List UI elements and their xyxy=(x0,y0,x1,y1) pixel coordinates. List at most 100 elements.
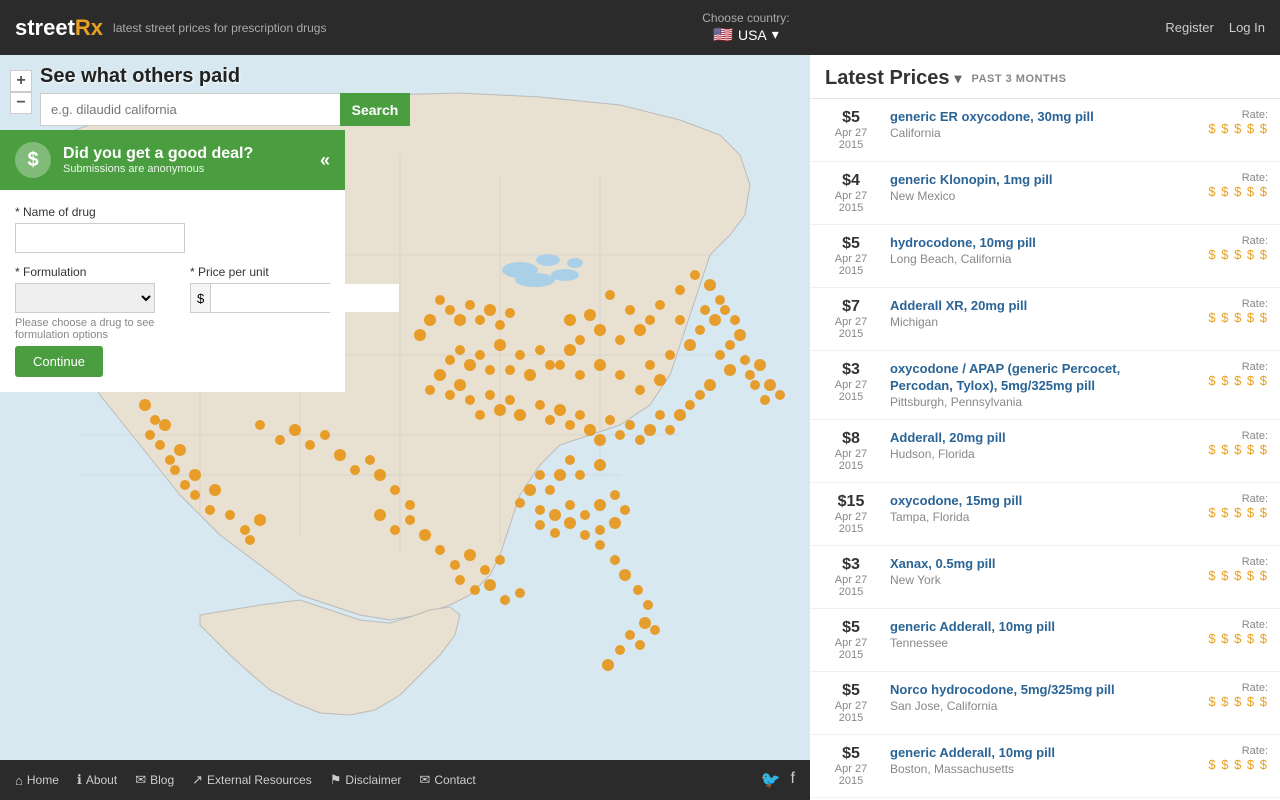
right-panel: Latest Prices ▾ PAST 3 MONTHS $5 Apr 272… xyxy=(810,55,1280,800)
footer-disclaimer-label: Disclaimer xyxy=(345,773,401,787)
latest-prices-title: Latest Prices xyxy=(825,67,950,90)
rate-label: Rate: xyxy=(1168,235,1268,247)
zoom-in-button[interactable]: + xyxy=(10,70,32,92)
price-amount: $3 xyxy=(822,361,880,379)
price-date: Apr 272015 xyxy=(822,637,880,661)
price-rate-col: Rate: $ $ $ $ $ xyxy=(1168,298,1268,325)
footer-contact-label: Contact xyxy=(434,773,475,787)
price-date: Apr 272015 xyxy=(822,700,880,724)
price-location: New York xyxy=(890,573,1158,587)
rate-label: Rate: xyxy=(1168,430,1268,442)
footer-blog-link[interactable]: ✉ Blog xyxy=(135,772,174,788)
logo-rx: Rx xyxy=(75,15,103,40)
price-date: Apr 272015 xyxy=(822,763,880,787)
price-drug-name: generic Adderall, 10mg pill xyxy=(890,745,1158,762)
submission-title: Did you get a good deal? xyxy=(63,145,253,163)
search-button[interactable]: Search xyxy=(340,93,410,126)
continue-button[interactable]: Continue xyxy=(15,346,103,377)
price-drug-name: oxycodone / APAP (generic Percocet, Perc… xyxy=(890,361,1158,395)
rate-label: Rate: xyxy=(1168,298,1268,310)
price-list: $5 Apr 272015 generic ER oxycodone, 30mg… xyxy=(810,99,1280,800)
price-amount: $5 xyxy=(822,619,880,637)
price-location: Michigan xyxy=(890,315,1158,329)
price-list-item[interactable]: $5 Apr 272015 generic ER oxycodone, 30mg… xyxy=(810,99,1280,162)
logo-tagline: latest street prices for prescription dr… xyxy=(113,21,326,35)
formulation-select[interactable] xyxy=(15,283,155,313)
rate-label: Rate: xyxy=(1168,172,1268,184)
price-date-col: $5 Apr 272015 xyxy=(822,619,880,661)
drug-name-input[interactable] xyxy=(15,223,185,253)
price-list-item[interactable]: $4 Apr 272015 generic Klonopin, 1mg pill… xyxy=(810,162,1280,225)
footer-home-link[interactable]: ⌂ Home xyxy=(15,773,59,788)
login-link[interactable]: Log In xyxy=(1229,20,1265,35)
rate-stars: $ $ $ $ $ xyxy=(1168,310,1268,325)
latest-prices-button[interactable]: Latest Prices ▾ xyxy=(825,67,962,90)
facebook-icon[interactable]: f xyxy=(791,770,795,790)
price-rate-col: Rate: $ $ $ $ $ xyxy=(1168,493,1268,520)
footer-contact-link[interactable]: ✉ Contact xyxy=(419,772,475,788)
price-date: Apr 272015 xyxy=(822,448,880,472)
price-amount: $5 xyxy=(822,235,880,253)
price-amount: $3 xyxy=(822,556,880,574)
country-selector[interactable]: 🇺🇸 USA ▾ xyxy=(713,25,779,45)
price-date-col: $4 Apr 272015 xyxy=(822,172,880,214)
right-panel-header: Latest Prices ▾ PAST 3 MONTHS xyxy=(810,55,1280,99)
price-list-item[interactable]: $5 Apr 272015 generic Adderall, 10mg pil… xyxy=(810,609,1280,672)
price-list-item[interactable]: $7 Apr 272015 Adderall XR, 20mg pill Mic… xyxy=(810,288,1280,351)
price-info-col: Adderall XR, 20mg pill Michigan xyxy=(890,298,1158,329)
price-date: Apr 272015 xyxy=(822,127,880,151)
price-info-col: generic Klonopin, 1mg pill New Mexico xyxy=(890,172,1158,203)
footer-external-link[interactable]: ↗ External Resources xyxy=(192,772,312,788)
price-amount: $5 xyxy=(822,109,880,127)
price-date: Apr 272015 xyxy=(822,190,880,214)
rate-stars: $ $ $ $ $ xyxy=(1168,184,1268,199)
price-list-item[interactable]: $8 Apr 272015 Adderall, 20mg pill Hudson… xyxy=(810,420,1280,483)
rate-label: Rate: xyxy=(1168,619,1268,631)
price-date: Apr 272015 xyxy=(822,253,880,277)
price-rate-col: Rate: $ $ $ $ $ xyxy=(1168,619,1268,646)
price-rate-col: Rate: $ $ $ $ $ xyxy=(1168,109,1268,136)
footer-disclaimer-link[interactable]: ⚑ Disclaimer xyxy=(330,772,402,788)
twitter-icon[interactable]: 🐦 xyxy=(761,770,781,790)
price-drug-name: hydrocodone, 10mg pill xyxy=(890,235,1158,252)
submission-header[interactable]: $ Did you get a good deal? Submissions a… xyxy=(0,130,345,190)
zoom-controls: + − xyxy=(10,70,32,114)
collapse-button[interactable]: « xyxy=(320,150,330,171)
flag-icon: 🇺🇸 xyxy=(713,25,733,45)
rate-stars: $ $ $ $ $ xyxy=(1168,631,1268,646)
formulation-hint: Please choose a drug to see formulation … xyxy=(15,317,170,341)
price-list-item[interactable]: $3 Apr 272015 Xanax, 0.5mg pill New York… xyxy=(810,546,1280,609)
price-rate-col: Rate: $ $ $ $ $ xyxy=(1168,430,1268,457)
price-location: Pittsburgh, Pennsylvania xyxy=(890,395,1158,409)
price-date: Apr 272015 xyxy=(822,316,880,340)
price-rate-col: Rate: $ $ $ $ $ xyxy=(1168,172,1268,199)
main: + − See what others paid Search $ Did yo… xyxy=(0,55,1280,800)
logo-street: street xyxy=(15,15,75,40)
price-info-col: generic ER oxycodone, 30mg pill Californ… xyxy=(890,109,1158,140)
rate-stars: $ $ $ $ $ xyxy=(1168,442,1268,457)
price-location: Boston, Massachusetts xyxy=(890,762,1158,776)
search-input[interactable] xyxy=(40,93,340,126)
price-list-item[interactable]: $3 Apr 272015 oxycodone / APAP (generic … xyxy=(810,351,1280,420)
price-location: San Jose, California xyxy=(890,699,1158,713)
price-input[interactable] xyxy=(211,284,399,312)
rate-stars: $ $ $ $ $ xyxy=(1168,505,1268,520)
price-list-item[interactable]: $5 Apr 272015 Norco hydrocodone, 5mg/325… xyxy=(810,672,1280,735)
country-label: Choose country: xyxy=(702,11,789,25)
search-title: See what others paid xyxy=(40,65,410,88)
price-list-item[interactable]: $15 Apr 272015 oxycodone, 15mg pill Tamp… xyxy=(810,483,1280,546)
price-info-col: Xanax, 0.5mg pill New York xyxy=(890,556,1158,587)
price-list-item[interactable]: $5 Apr 272015 generic Adderall, 10mg pil… xyxy=(810,735,1280,798)
footer-home-label: Home xyxy=(27,773,59,787)
register-link[interactable]: Register xyxy=(1165,20,1213,35)
price-date-col: $5 Apr 272015 xyxy=(822,109,880,151)
price-date-col: $3 Apr 272015 xyxy=(822,556,880,598)
price-info-col: hydrocodone, 10mg pill Long Beach, Calif… xyxy=(890,235,1158,266)
price-list-item[interactable]: $5 Apr 272015 hydrocodone, 10mg pill Lon… xyxy=(810,225,1280,288)
zoom-out-button[interactable]: − xyxy=(10,92,32,114)
map-area: + − See what others paid Search $ Did yo… xyxy=(0,55,810,800)
submission-header-left: $ Did you get a good deal? Submissions a… xyxy=(15,142,253,178)
footer-about-link[interactable]: ℹ About xyxy=(77,772,117,788)
price-amount: $5 xyxy=(822,745,880,763)
price-drug-name: Adderall XR, 20mg pill xyxy=(890,298,1158,315)
